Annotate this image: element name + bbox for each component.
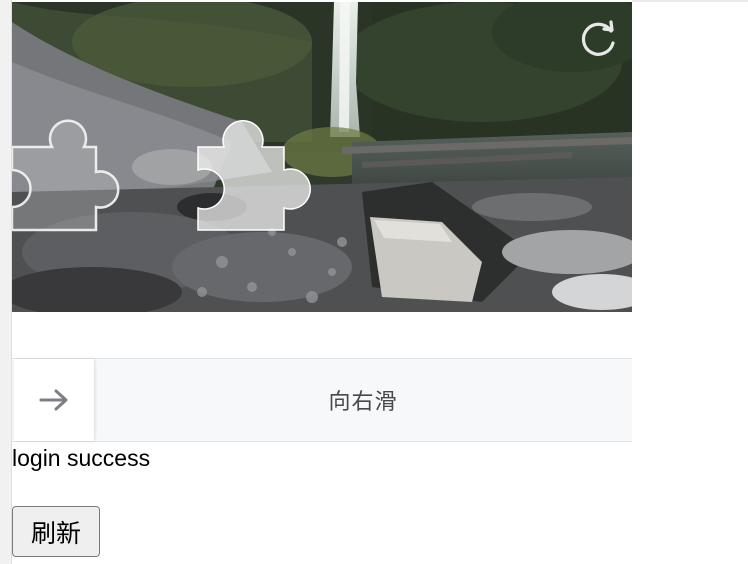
- captcha-background-image: [12, 2, 632, 312]
- slider-hint: 向右滑: [328, 390, 398, 415]
- waterfall-photo: [12, 2, 632, 312]
- slider-handle[interactable]: [14, 359, 94, 441]
- slider-captcha: 向右滑: [12, 2, 632, 442]
- arrow-right-icon: [39, 389, 68, 411]
- left-border: [0, 0, 12, 564]
- status-message: login success: [12, 445, 151, 471]
- refresh-icon[interactable]: [576, 16, 620, 60]
- page: 向右滑 login success 刷新: [0, 0, 748, 564]
- slider-track[interactable]: 向右滑: [12, 358, 632, 442]
- refresh-button[interactable]: 刷新: [12, 506, 100, 557]
- top-border: [632, 0, 748, 2]
